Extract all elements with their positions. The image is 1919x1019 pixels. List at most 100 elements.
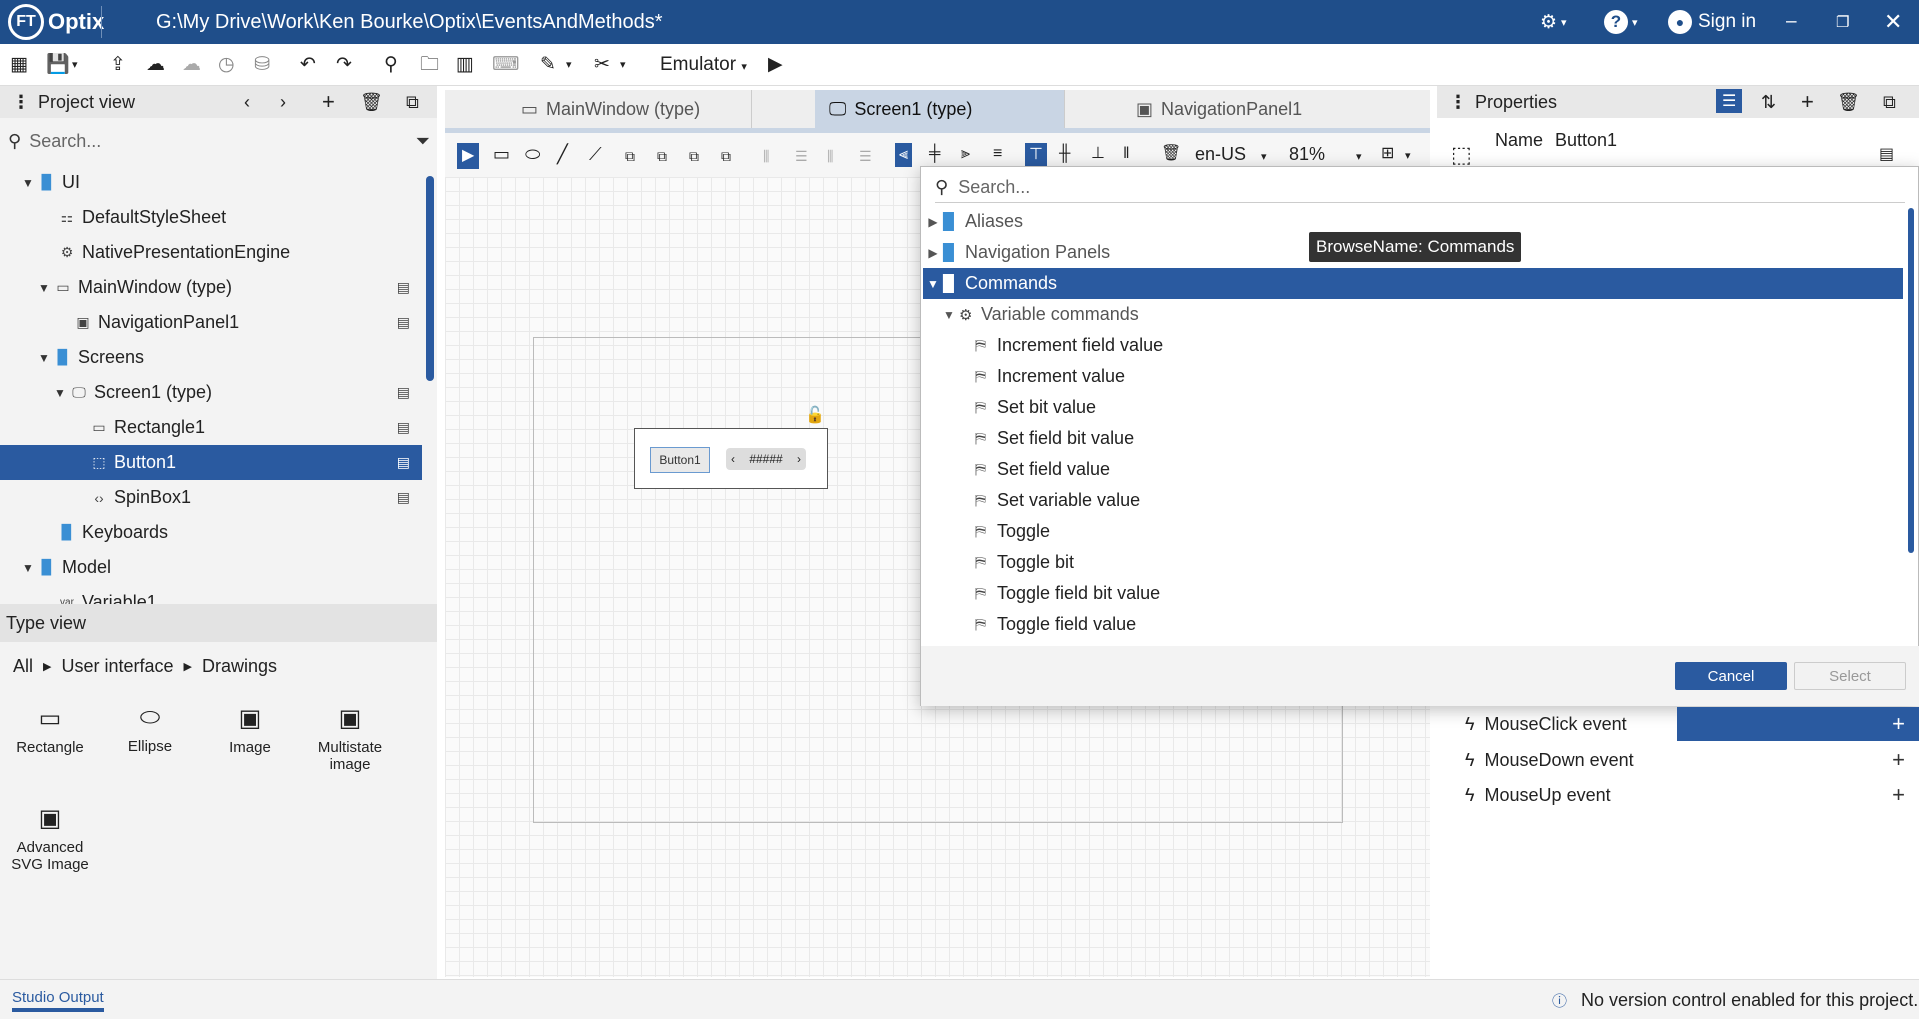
- distribute-icon[interactable]: ☰: [795, 145, 808, 167]
- align-left-icon[interactable]: ⫷: [895, 143, 913, 167]
- delete-icon[interactable]: 🗑: [360, 92, 383, 113]
- dialog-scrollbar[interactable]: [1908, 208, 1914, 553]
- grid-icon[interactable]: ⊞: [1381, 143, 1394, 165]
- library-icon[interactable]: ▥: [456, 54, 474, 76]
- settings-button[interactable]: ⚙ ▾: [1540, 8, 1567, 36]
- add-icon[interactable]: +: [322, 89, 335, 115]
- dialog-row-set-variable-value[interactable]: ⛿ Set variable value: [923, 485, 1903, 516]
- search-icon[interactable]: ⚲: [384, 54, 398, 76]
- align-bottom-icon[interactable]: ⊥: [1091, 143, 1105, 165]
- project-search[interactable]: ⚲ Search... ⏷: [8, 126, 430, 156]
- dialog-row-increment-value[interactable]: ⛿ Increment value: [923, 361, 1903, 392]
- tab-screen1[interactable]: 🖵 Screen1 (type): [815, 90, 1065, 128]
- canvas-button1[interactable]: Button1: [650, 447, 710, 473]
- tree-item-mainwindow[interactable]: ▼ ▭ MainWindow (type) ▤: [0, 270, 422, 305]
- dialog-row-commands[interactable]: ▼ ▉ Commands: [923, 268, 1903, 299]
- align-vstretch-icon[interactable]: ‖: [1123, 143, 1130, 165]
- tree-item-model[interactable]: ▼ ▉ Model: [0, 550, 422, 585]
- cancel-button[interactable]: Cancel: [1675, 662, 1787, 690]
- crumb-user-interface[interactable]: User interface: [61, 656, 173, 677]
- tree-item-spinbox1[interactable]: ‹› SpinBox1 ▤: [0, 480, 422, 515]
- history-icon[interactable]: ◷: [218, 54, 235, 76]
- caret-down-icon[interactable]: ▼: [923, 277, 943, 291]
- play-icon[interactable]: ▶: [768, 54, 783, 76]
- name-value[interactable]: Button1: [1555, 130, 1617, 151]
- emulator-dropdown[interactable]: Emulator ▾: [660, 54, 747, 78]
- event-mouseup[interactable]: ϟ MouseUp event +: [1465, 778, 1905, 812]
- studio-output-tab[interactable]: Studio Output: [12, 989, 104, 1012]
- tools-icon[interactable]: ✂: [594, 54, 610, 76]
- chevron-down-icon[interactable]: ▾: [72, 54, 78, 76]
- dialog-row-toggle-field-value[interactable]: ⛿ Toggle field value: [923, 609, 1903, 640]
- delete-icon[interactable]: 🗑: [1161, 143, 1181, 165]
- dialog-row-toggle-bit[interactable]: ⛿ Toggle bit: [923, 547, 1903, 578]
- type-item-multistate-image[interactable]: ▣ Multistate image: [305, 704, 395, 773]
- tree-item-screen1[interactable]: ▼ 🖵 Screen1 (type) ▤: [0, 375, 422, 410]
- save-icon[interactable]: 💾: [46, 54, 70, 76]
- dialog-row-set-field-bit-value[interactable]: ⛿ Set field bit value: [923, 423, 1903, 454]
- redo-icon[interactable]: ↷: [336, 54, 352, 76]
- line-tool-icon[interactable]: ╱: [557, 143, 568, 165]
- chevron-down-icon[interactable]: ▾: [1405, 145, 1411, 167]
- tree-item-button1[interactable]: ⬚ Button1 ▤: [0, 445, 422, 480]
- unlock-icon[interactable]: 🔓: [805, 405, 825, 425]
- dialog-row-toggle[interactable]: ⛿ Toggle: [923, 516, 1903, 547]
- edit-icon[interactable]: ▤: [397, 384, 410, 401]
- tab-navigationpanel1[interactable]: ▣ NavigationPanel1: [1122, 90, 1427, 128]
- pointer-tool-icon[interactable]: ▶: [457, 143, 480, 169]
- close-button[interactable]: ✕: [1884, 8, 1902, 36]
- ellipse-tool-icon[interactable]: ⬭: [525, 143, 540, 165]
- add-icon[interactable]: +: [1801, 89, 1814, 115]
- database-icon[interactable]: ⛁: [254, 54, 270, 76]
- align-right-icon[interactable]: ⫸: [961, 143, 970, 165]
- tree-item-keyboards[interactable]: ▉ Keyboards: [0, 515, 422, 550]
- distribute-icon[interactable]: ⫼: [763, 145, 769, 167]
- type-item-ellipse[interactable]: ⬭ Ellipse: [105, 704, 195, 755]
- add-icon[interactable]: +: [1892, 711, 1905, 737]
- drag-handle-icon[interactable]: ⋮: [1449, 92, 1467, 113]
- send-backward-icon[interactable]: ⧉: [657, 145, 667, 167]
- tree-item-navigationpanel1[interactable]: ▣ NavigationPanel1 ▤: [0, 305, 422, 340]
- locale-select[interactable]: en-US ▾: [1195, 143, 1267, 168]
- minimize-button[interactable]: –: [1786, 8, 1797, 36]
- delete-icon[interactable]: 🗑: [1837, 92, 1860, 113]
- edit-icon[interactable]: ▤: [397, 454, 410, 471]
- properties-menu-icon[interactable]: ▤: [1879, 144, 1894, 164]
- add-icon[interactable]: +: [1892, 782, 1905, 808]
- chevron-down-icon[interactable]: ▾: [620, 54, 626, 76]
- dialog-row-set-bit-value[interactable]: ⛿ Set bit value: [923, 392, 1903, 423]
- caret-down-icon[interactable]: ▼: [38, 281, 54, 295]
- brush-icon[interactable]: ✎: [540, 54, 556, 76]
- align-top-icon[interactable]: ⊤: [1025, 143, 1047, 167]
- caret-down-icon[interactable]: ▼: [939, 308, 959, 322]
- dialog-row-set-field-value[interactable]: ⛿ Set field value: [923, 454, 1903, 485]
- align-stretch-icon[interactable]: ≡: [993, 143, 1002, 165]
- filter-list-icon[interactable]: ☰: [1716, 89, 1743, 113]
- type-item-image[interactable]: ▣ Image: [205, 704, 295, 756]
- add-icon[interactable]: +: [1892, 747, 1905, 773]
- tab-mainwindow[interactable]: ▭ MainWindow (type): [507, 90, 752, 128]
- undo-icon[interactable]: ↶: [300, 54, 316, 76]
- chevron-right-icon[interactable]: ›: [280, 92, 286, 113]
- caret-down-icon[interactable]: ▼: [54, 386, 70, 400]
- caret-down-icon[interactable]: ▼: [22, 561, 38, 575]
- tree-item-screens[interactable]: ▼ ▉ Screens: [0, 340, 422, 375]
- edit-icon[interactable]: ▤: [397, 419, 410, 436]
- dialog-row-variable-commands[interactable]: ▼ ⚙ Variable commands: [923, 299, 1903, 330]
- distribute-icon[interactable]: ⫼: [827, 145, 833, 167]
- rectangle-tool-icon[interactable]: ▭: [493, 143, 510, 165]
- crumb-drawings[interactable]: Drawings: [202, 656, 277, 677]
- crumb-all[interactable]: All: [13, 656, 33, 677]
- caret-down-icon[interactable]: ▼: [38, 351, 54, 365]
- sort-icon[interactable]: ⇅: [1761, 92, 1776, 113]
- tree-item-nativepresentationengine[interactable]: ⚙ NativePresentationEngine: [0, 235, 422, 270]
- distribute-icon[interactable]: ☰: [859, 145, 872, 167]
- help-button[interactable]: ? ▾: [1604, 8, 1638, 36]
- event-mouseclick[interactable]: ϟ MouseClick event +: [1465, 707, 1905, 741]
- caret-right-icon[interactable]: ▶: [923, 246, 943, 260]
- dialog-search-input[interactable]: Search...: [958, 177, 1030, 198]
- project-scrollbar[interactable]: [426, 176, 434, 381]
- type-item-advanced-svg-image[interactable]: ▣ Advanced SVG Image: [5, 804, 95, 873]
- cloud-icon[interactable]: ☁: [182, 54, 201, 76]
- zoom-select[interactable]: 81% ▾: [1289, 143, 1362, 168]
